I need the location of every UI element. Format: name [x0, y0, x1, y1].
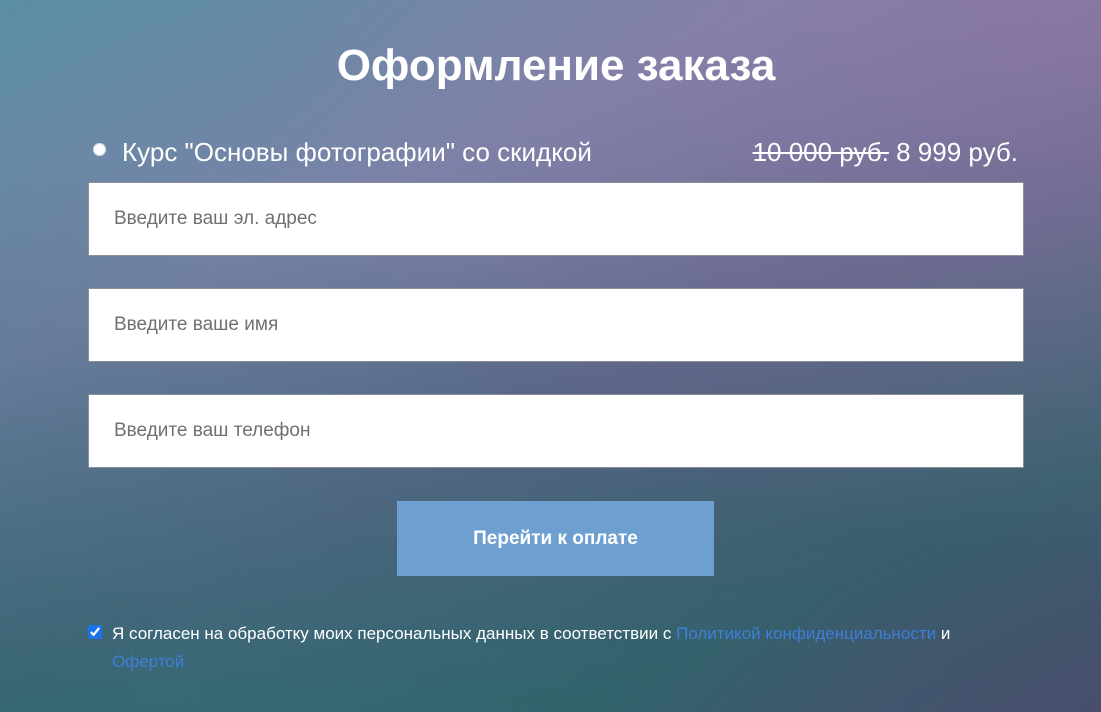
name-field-wrapper — [88, 288, 1024, 362]
name-field[interactable] — [89, 289, 1023, 361]
consent-text: Я согласен на обработку моих персональны… — [88, 620, 1024, 676]
product-radio[interactable] — [93, 143, 106, 156]
offer-link[interactable]: Офертой — [112, 652, 184, 671]
consent-conjunction: и — [940, 624, 951, 643]
pay-button[interactable]: Перейти к оплате — [397, 501, 714, 576]
consent-text-before: Я согласен на обработку моих персональны… — [112, 624, 672, 643]
consent-checkbox[interactable] — [88, 625, 102, 639]
phone-field[interactable] — [89, 395, 1023, 467]
consent-line-2: Офертой — [88, 648, 1024, 676]
old-price: 10 000 руб. — [752, 137, 889, 167]
product-name: Курс "Основы фотографии" со скидкой — [122, 137, 592, 167]
page-title: Оформление заказа — [336, 41, 776, 90]
product-row: Курс "Основы фотографии" со скидкой 10 0… — [88, 134, 1024, 170]
email-field-wrapper — [88, 182, 1024, 256]
email-field[interactable] — [89, 183, 1023, 255]
new-price: 8 999 руб. — [896, 137, 1018, 167]
product-price: 10 000 руб. 8 999 руб. — [753, 134, 1018, 170]
consent-block: Я согласен на обработку моих персональны… — [88, 620, 1024, 676]
privacy-policy-link[interactable]: Политикой конфиденциальности — [676, 624, 936, 643]
phone-field-wrapper — [88, 394, 1024, 468]
